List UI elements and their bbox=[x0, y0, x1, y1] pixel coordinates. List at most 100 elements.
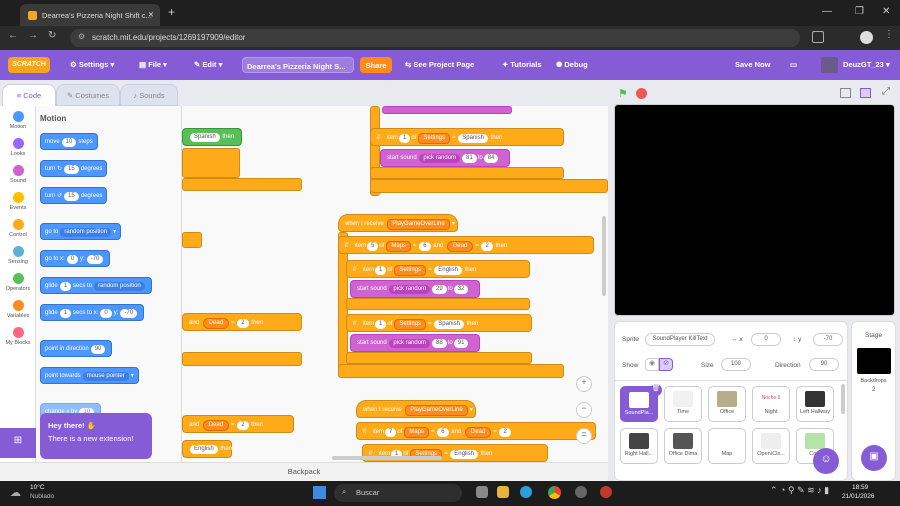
new-tab-icon[interactable]: + bbox=[168, 5, 175, 19]
save-now-button[interactable]: Save Now bbox=[735, 60, 770, 69]
if-maps-dead-block[interactable]: if item 5 of Maps = 6 and Dead = 2 then bbox=[338, 236, 594, 254]
if-block-bottom[interactable] bbox=[182, 178, 302, 191]
category-motion[interactable]: Motion bbox=[0, 111, 36, 130]
when-i-receive-block-2[interactable]: when I receive PlayGameOverLine ▾ bbox=[356, 400, 476, 418]
goto-block[interactable]: go to random position ▾ bbox=[40, 223, 122, 240]
category-variables[interactable]: Variables bbox=[0, 300, 36, 319]
point-direction-block[interactable]: point in direction 90 bbox=[40, 340, 113, 357]
block-fragment[interactable] bbox=[182, 232, 202, 248]
glide-block[interactable]: glide 1 secs to random position bbox=[40, 277, 152, 294]
sprite-thumb-office-dima[interactable]: Office Dima bbox=[664, 428, 702, 464]
tab-sounds[interactable]: ♪ Sounds bbox=[120, 84, 178, 106]
taskbar-search[interactable]: ⌕ Buscar bbox=[334, 484, 462, 502]
debug-button[interactable]: ✺ Debug bbox=[556, 60, 588, 69]
choose-backdrop-icon[interactable]: ▣ bbox=[861, 445, 887, 471]
category-control[interactable]: Control bbox=[0, 219, 36, 238]
tab-code[interactable]: ≡ Code bbox=[2, 84, 56, 106]
horizontal-scrollbar[interactable] bbox=[332, 456, 442, 460]
scratch-logo[interactable]: SCRATCH bbox=[8, 57, 50, 73]
close-window-icon[interactable]: ✕ bbox=[882, 6, 890, 17]
vertical-scrollbar[interactable] bbox=[602, 216, 606, 296]
x-input[interactable]: 0 bbox=[751, 333, 781, 346]
weather-cloud-icon[interactable]: ☁ bbox=[10, 486, 21, 499]
code-workspace[interactable]: Spanish then and Dead = 2 then and Dead = … bbox=[182, 106, 608, 462]
sound-block-fragment[interactable] bbox=[382, 106, 512, 114]
stage-canvas[interactable] bbox=[614, 104, 895, 316]
file-explorer-icon[interactable] bbox=[497, 486, 509, 498]
turn-right-block[interactable]: turn ↻ 15 degrees bbox=[40, 160, 108, 177]
move-steps-block[interactable]: move 10 steps bbox=[40, 133, 98, 150]
if-settings-spanish-block-2[interactable]: if item 1 of Settings = Spanish then bbox=[346, 314, 532, 332]
telegram-icon[interactable] bbox=[520, 486, 532, 498]
if-settings-english-block[interactable]: if item 1 of Settings = English then bbox=[346, 260, 530, 278]
see-project-page-button[interactable]: ⇆ See Project Page bbox=[405, 60, 474, 69]
windows-start-icon[interactable] bbox=[313, 486, 326, 499]
minimize-icon[interactable]: — bbox=[822, 6, 832, 17]
y-input[interactable]: -70 bbox=[813, 333, 843, 346]
settings-menu[interactable]: ⚙ Settings ▾ bbox=[70, 60, 114, 69]
category-my-blocks[interactable]: My Blocks bbox=[0, 327, 36, 346]
goto-xy-block[interactable]: go to x: 0 y: -70 bbox=[40, 250, 111, 267]
choose-sprite-icon[interactable]: ☺ bbox=[813, 448, 839, 474]
sprite-list-scrollbar[interactable] bbox=[841, 384, 845, 414]
sprite-thumb-night[interactable]: Noche 6 Night bbox=[752, 386, 790, 422]
when-i-receive-block[interactable]: when I receive PlayGameOverLine ▾ bbox=[338, 214, 458, 232]
glide-xy-block[interactable]: glide 1 secs to x: 0 y: -70 bbox=[40, 304, 145, 321]
user-avatar[interactable] bbox=[821, 57, 838, 73]
delete-sprite-icon[interactable]: 🗑 bbox=[650, 384, 662, 396]
category-operators[interactable]: Operators bbox=[0, 273, 36, 292]
extensions-icon[interactable] bbox=[812, 31, 824, 43]
normal-stage-icon[interactable] bbox=[860, 88, 871, 98]
extension-toast[interactable]: Hey there! ✋ There is a new extension! bbox=[40, 413, 152, 459]
show-eye-icon[interactable]: ◉ bbox=[645, 358, 659, 371]
if-and-dead-block[interactable]: and Dead = 2 then bbox=[182, 313, 302, 331]
block-fragment-2[interactable] bbox=[182, 352, 302, 366]
green-flag-icon[interactable]: ⚑ bbox=[618, 87, 628, 100]
file-menu[interactable]: ▤ File ▾ bbox=[139, 60, 167, 69]
stage-selector-panel[interactable]: Stage Backdrops 2 ▣ bbox=[851, 321, 896, 481]
tab-close-icon[interactable]: ✕ bbox=[148, 10, 154, 19]
browser-tab[interactable]: Dearrea's Pizzeria Night Shift c... ✕ bbox=[20, 4, 160, 26]
zoom-in-icon[interactable]: + bbox=[576, 376, 592, 392]
hide-eye-icon[interactable]: ⊘ bbox=[659, 358, 673, 371]
url-field[interactable]: ⚙ scratch.mit.edu/projects/1269197909/edi… bbox=[70, 29, 800, 47]
sprite-name-input[interactable]: SoundPlayer KillText bbox=[645, 333, 715, 346]
forward-icon[interactable]: → bbox=[28, 30, 38, 41]
stage-thumbnail[interactable] bbox=[856, 348, 891, 374]
equals-operator-block[interactable]: Spanish then bbox=[182, 128, 242, 146]
category-events[interactable]: Events bbox=[0, 192, 36, 211]
start-sound-block-3[interactable]: start sound pick random 88 to 91 bbox=[350, 334, 480, 352]
if-and-dead-block-2[interactable]: and Dead = 2 then bbox=[182, 415, 294, 433]
sprite-thumb-office[interactable]: Office bbox=[708, 386, 746, 422]
system-tray-icons[interactable]: ⌃ ◔ ⚲ ✎ ≋ ♪ ▮ bbox=[770, 485, 829, 496]
size-input[interactable]: 100 bbox=[721, 358, 751, 371]
small-stage-icon[interactable] bbox=[840, 88, 851, 98]
category-sound[interactable]: Sound bbox=[0, 165, 36, 184]
profile-avatar[interactable] bbox=[860, 31, 873, 44]
task-view-icon[interactable] bbox=[476, 486, 488, 498]
share-button[interactable]: Share bbox=[360, 57, 392, 73]
my-stuff-folder-icon[interactable]: ▭ bbox=[790, 60, 797, 69]
zoom-out-icon[interactable]: − bbox=[576, 402, 592, 418]
fullscreen-icon[interactable]: ⤢ bbox=[882, 86, 890, 97]
category-sensing[interactable]: Sensing bbox=[0, 246, 36, 265]
if-block-fragment[interactable] bbox=[182, 148, 240, 178]
app-icon-2[interactable] bbox=[600, 486, 612, 498]
edit-menu[interactable]: ✎ Edit ▾ bbox=[194, 60, 222, 69]
sprite-thumb-left-hallway[interactable]: Left Hallway bbox=[796, 386, 834, 422]
user-menu[interactable]: DeuzGT_23 ▾ bbox=[843, 60, 890, 69]
sprite-thumb-right-hall[interactable]: Right Hall... bbox=[620, 428, 658, 464]
point-towards-block[interactable]: point towards mouse pointer ▾ bbox=[40, 367, 139, 384]
english-fragment[interactable]: English then bbox=[182, 440, 232, 458]
sprite-thumb-open-cls[interactable]: Open/Cls... bbox=[752, 428, 790, 464]
start-sound-block-2[interactable]: start sound pick random 29 to 32 bbox=[350, 280, 480, 298]
category-looks[interactable]: Looks bbox=[0, 138, 36, 157]
backpack-bar[interactable]: Backpack bbox=[0, 462, 608, 481]
project-title-input[interactable]: Dearrea's Pizzeria Night S... bbox=[242, 57, 354, 73]
add-extension-button[interactable]: ⊞ bbox=[0, 428, 36, 458]
turn-left-block[interactable]: turn ↺ 15 degrees bbox=[40, 187, 108, 204]
zoom-reset-icon[interactable]: = bbox=[576, 428, 592, 444]
if-settings-spanish-block[interactable]: if item 1 of Settings = Spanish then bbox=[370, 128, 564, 146]
reload-icon[interactable]: ↻ bbox=[48, 30, 56, 41]
sprite-thumb-map[interactable]: Map bbox=[708, 428, 746, 464]
